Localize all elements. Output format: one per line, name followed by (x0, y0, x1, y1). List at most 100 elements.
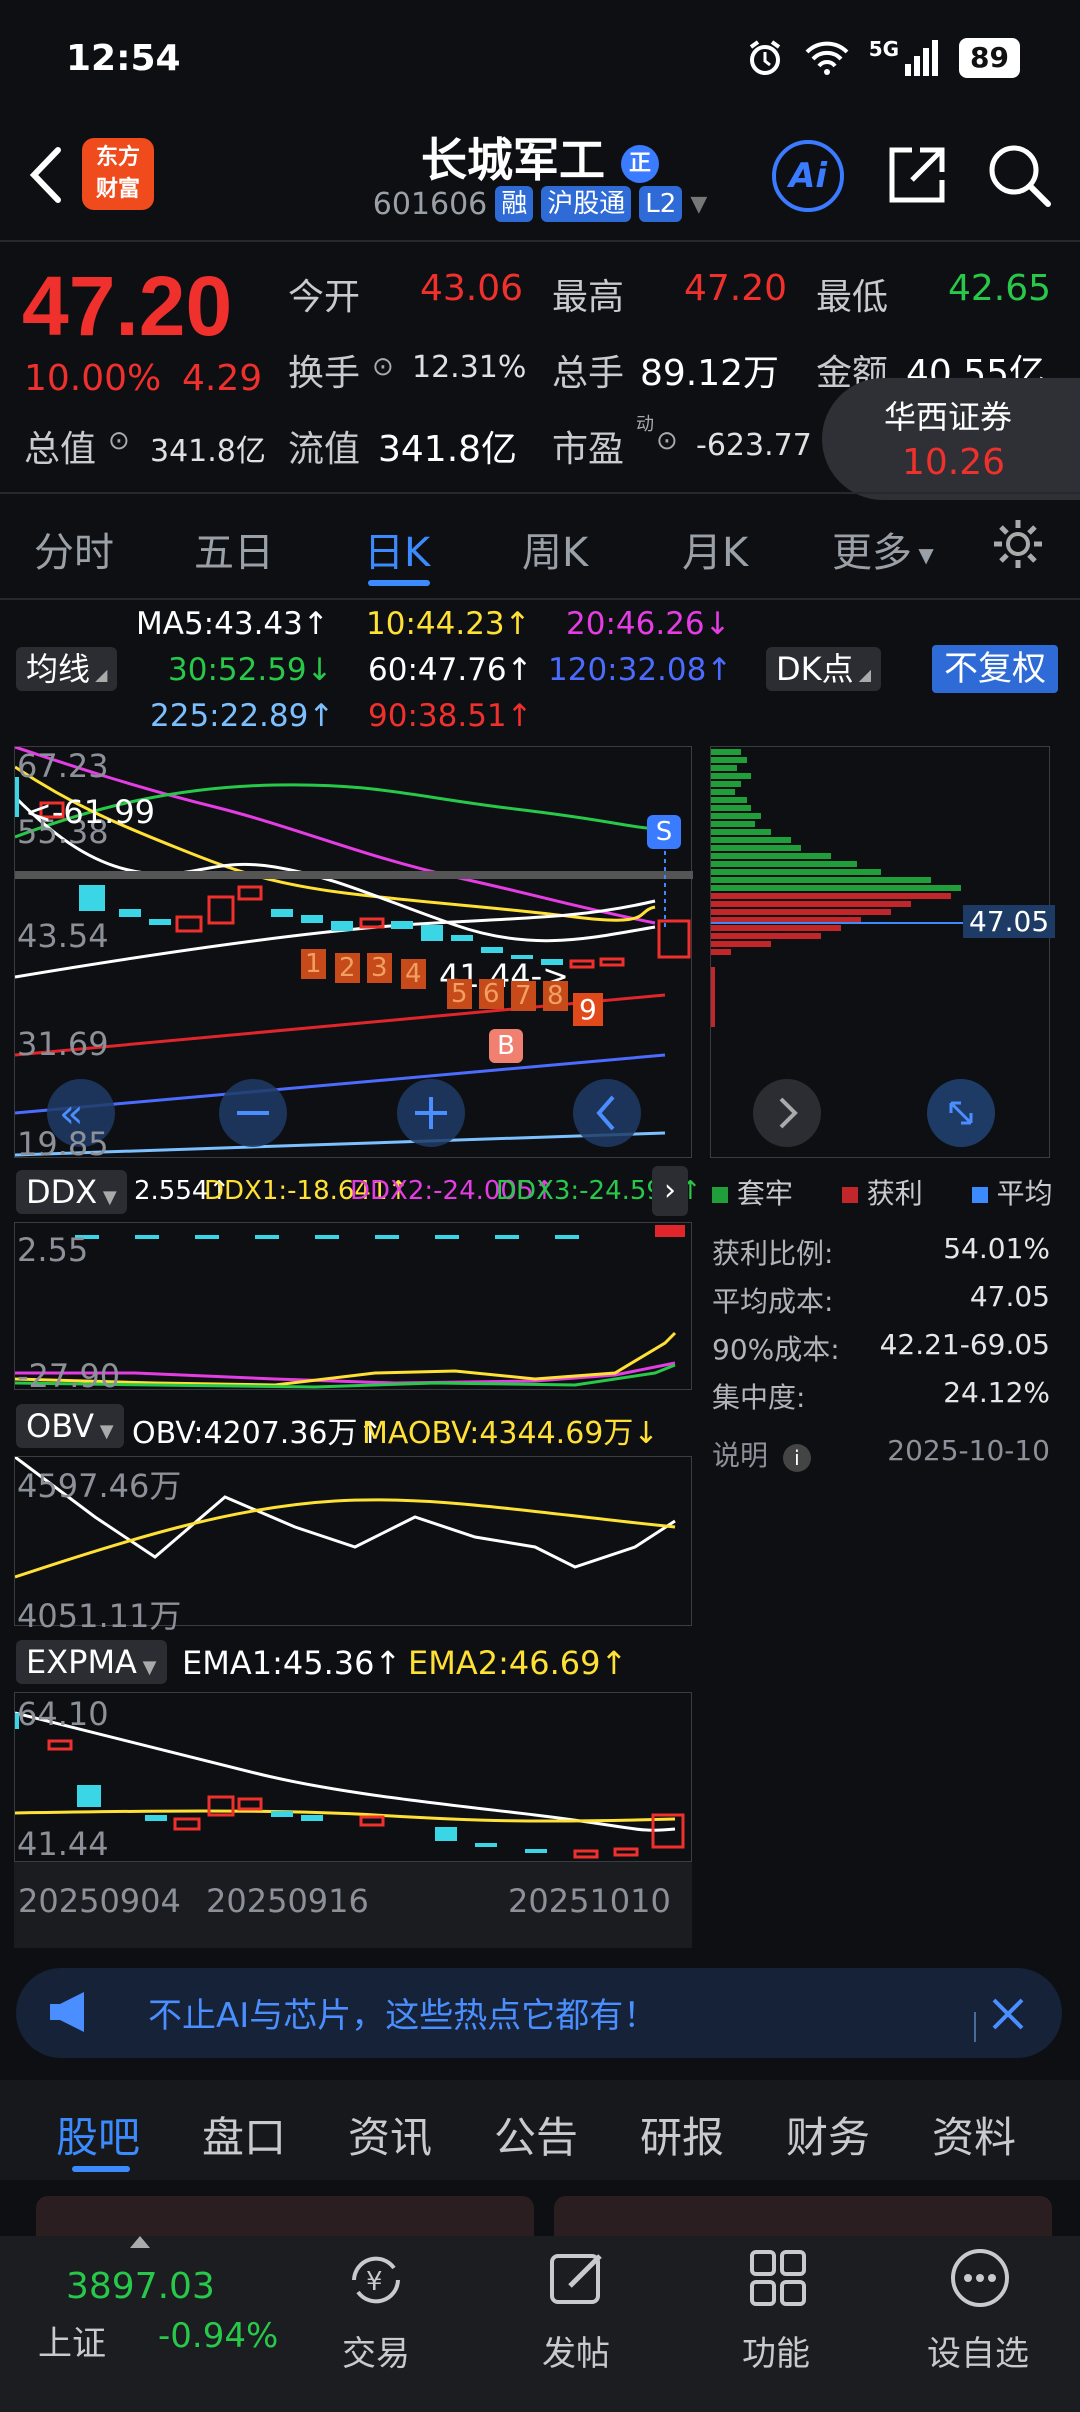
pe-value: -623.77 (696, 428, 812, 463)
dropdown-icon: ▼ (136, 1657, 157, 1678)
forum-card[interactable] (554, 2196, 1052, 2236)
index-value[interactable]: 3897.03 (66, 2266, 215, 2307)
nine-count: 3 (367, 953, 392, 983)
date-axis: 20250904 20250916 20251010 (14, 1862, 692, 1948)
sell-signal[interactable]: S (647, 815, 681, 849)
buy-signal[interactable]: B (489, 1029, 523, 1063)
tab-more[interactable]: 更多 ▼ (832, 520, 934, 578)
nav-post[interactable]: 发帖 (496, 2326, 656, 2375)
tab-announcements[interactable]: 公告 (494, 2104, 578, 2165)
nav-add-watchlist[interactable]: 设自选 (898, 2326, 1058, 2375)
tab-profile[interactable]: 资料 (932, 2104, 1016, 2165)
change-amount: 4.29 (182, 358, 263, 399)
tab-forum[interactable]: 股吧 (56, 2104, 140, 2165)
date-label: 20251010 (508, 1882, 671, 1920)
stock-code: 601606 (372, 186, 488, 222)
obv-bottom-label: 4051.11万 (17, 1597, 182, 1635)
nine-count: 2 (335, 953, 360, 983)
expand-arrow-icon[interactable] (130, 2236, 150, 2248)
y-axis-label: 43.54 (17, 917, 109, 955)
chip-stat-value: 24.12% (943, 1376, 1050, 1409)
legend-trapped: 套牢 (736, 1177, 793, 1210)
obv-top-label: 4597.46万 (17, 1467, 182, 1505)
tag-l2: L2 (639, 186, 683, 222)
tab-news[interactable]: 资讯 (348, 2104, 432, 2165)
forum-card[interactable] (36, 2196, 534, 2236)
broker-name[interactable]: 华西证券 (884, 392, 1012, 438)
index-name[interactable]: 上证 (38, 2316, 106, 2365)
network-label: 5G (868, 37, 900, 61)
tab-intraday[interactable]: 分时 (34, 520, 114, 578)
expma-select[interactable]: EXPMA ▼ (16, 1640, 167, 1684)
tab-monthly-k[interactable]: 月K (682, 520, 748, 578)
dropdown-icon: ◢ (90, 665, 108, 684)
megaphone-icon (50, 1992, 84, 2032)
obv-select[interactable]: OBV ▼ (16, 1404, 124, 1448)
tab-orderbook[interactable]: 盘口 (202, 2104, 286, 2165)
tab-five-day[interactable]: 五日 (194, 520, 274, 578)
settings-gear-icon[interactable] (990, 516, 1046, 572)
float-label: 流值 (288, 429, 361, 470)
note-label: 说明 (712, 1439, 769, 1472)
mktcap-value: 341.8亿 (150, 434, 266, 469)
info-icon[interactable]: ⊙ (656, 426, 678, 456)
nav-functions[interactable]: 功能 (696, 2326, 856, 2375)
trapped-swatch (712, 1187, 728, 1203)
more-dots-icon[interactable] (948, 2246, 1012, 2310)
grid-icon[interactable] (746, 2246, 810, 2310)
profit-swatch (841, 1187, 858, 1203)
ma120-value: 120:32.08↑ (548, 652, 733, 688)
tab-weekly-k[interactable]: 周K (522, 520, 588, 578)
ma-select[interactable]: 均线 ◢ (16, 647, 118, 691)
expma-select-label: EXPMA (26, 1643, 137, 1681)
info-icon[interactable]: ⊙ (372, 352, 394, 382)
ma225-value: 225:22.89↑ (150, 698, 335, 734)
broker-value[interactable]: 10.26 (902, 442, 1005, 483)
tab-research[interactable]: 研报 (640, 2104, 724, 2165)
chip-stat-label: 集中度: (712, 1381, 806, 1414)
chip-distribution[interactable]: 47.05 (710, 746, 1056, 1158)
verified-icon: 正 (621, 144, 659, 183)
dropdown-icon[interactable]: ▼ (690, 192, 707, 217)
banner-text[interactable]: 不止AI与芯片，这些热点它都有！ (148, 1988, 657, 2037)
kline-chart[interactable]: « 67.23 55.38 43.54 31.69 19.85 <-61.99 … (14, 746, 693, 1163)
active-tab-underline (368, 580, 430, 586)
low-label: 最低 (816, 277, 889, 318)
tab-daily-k[interactable]: 日K (364, 520, 430, 578)
wifi-icon (805, 41, 849, 75)
legend-average: 平均 (996, 1177, 1053, 1210)
header-divider (0, 240, 1080, 242)
active-tab-underline (72, 2166, 130, 2172)
ai-button[interactable]: Ai (772, 140, 844, 212)
trade-icon[interactable]: ¥ (344, 2248, 408, 2312)
index-pct[interactable]: -0.94% (158, 2316, 278, 2356)
nine-count: 6 (479, 979, 504, 1009)
tab-finance[interactable]: 财务 (786, 2104, 870, 2165)
turnover-value: 12.31% (412, 350, 527, 385)
high-label: 最高 (552, 277, 625, 318)
nav-trade[interactable]: 交易 (296, 2326, 456, 2375)
close-icon[interactable] (990, 1996, 1026, 2032)
search-icon[interactable] (986, 142, 1052, 208)
chevron-right-icon[interactable]: › (652, 1166, 688, 1216)
ddx-top-label: 2.55 (17, 1231, 89, 1269)
dk-select[interactable]: DK点 ◢ (766, 647, 882, 691)
ddx-select[interactable]: DDX ▼ (16, 1170, 127, 1214)
high-value: 47.20 (684, 268, 788, 309)
dropdown-icon: ◢ (853, 665, 872, 684)
ma5-value: MA5:43.43↑ (136, 606, 329, 642)
ddx-bottom-label: -27.90 (17, 1357, 121, 1395)
expma-chart[interactable]: 64.10 41.44 (14, 1692, 692, 1863)
dropdown-icon: ▼ (912, 543, 934, 567)
chip-stat-value: 47.05 (969, 1280, 1050, 1313)
obv-chart[interactable]: 4597.46万 4051.11万 (14, 1456, 692, 1635)
ddx-chart[interactable]: 2.55 -27.90 (14, 1222, 692, 1395)
info-icon: i (782, 1444, 811, 1472)
chip-note[interactable]: 说明 i (712, 1434, 811, 1474)
share-icon[interactable] (884, 142, 950, 208)
no-adjust-button[interactable]: 不复权 (932, 645, 1058, 693)
post-icon[interactable] (546, 2246, 610, 2310)
info-icon[interactable]: ⊙ (108, 426, 130, 456)
chip-stat-value: 54.01% (943, 1232, 1050, 1265)
ddx-select-label: DDX (26, 1173, 98, 1211)
